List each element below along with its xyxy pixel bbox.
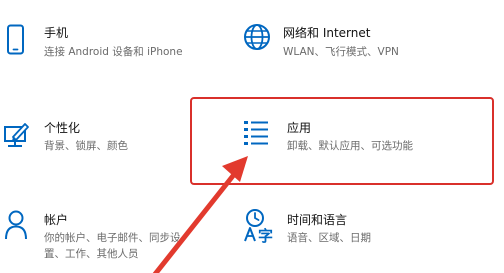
globe-icon: [242, 22, 272, 52]
tile-description: 你的帐户、电子邮件、同步设: [44, 232, 181, 244]
tile-title: 网络和 Internet: [283, 26, 371, 40]
tile-title: 帐户: [44, 213, 69, 227]
settings-tile-time-language[interactable]: 字 时间和语言 语音、区域、日期: [236, 202, 496, 273]
settings-tile-apps[interactable]: 应用 卸载、默认应用、可选功能: [236, 110, 486, 166]
tile-title: 个性化: [44, 121, 81, 135]
tile-title: 应用: [287, 121, 312, 135]
person-icon: [4, 208, 28, 240]
personalization-icon: [3, 120, 31, 150]
tile-title: 时间和语言: [287, 213, 348, 227]
settings-tile-accounts[interactable]: 帐户 你的帐户、电子邮件、同步设 置、工作、其他人员: [0, 202, 200, 273]
phone-icon: [6, 24, 26, 56]
time-language-icon: 字: [241, 208, 275, 245]
tile-description: WLAN、飞行模式、VPN: [283, 46, 399, 58]
tile-title: 手机: [44, 26, 69, 40]
settings-home: 手机 连接 Android 设备和 iPhone 网络和 Internet WL…: [0, 0, 504, 273]
tile-description: 卸载、默认应用、可选功能: [287, 140, 413, 152]
settings-tile-personalization[interactable]: 个性化 背景、锁屏、颜色: [0, 110, 180, 166]
tile-description: 连接 Android 设备和 iPhone: [44, 46, 183, 58]
apps-list-icon: [242, 118, 272, 146]
settings-tile-network[interactable]: 网络和 Internet WLAN、飞行模式、VPN: [236, 14, 496, 70]
svg-text:字: 字: [258, 227, 273, 244]
settings-tile-phone[interactable]: 手机 连接 Android 设备和 iPhone: [0, 14, 230, 70]
tile-description: 语音、区域、日期: [287, 232, 371, 244]
tile-description-line2: 置、工作、其他人员: [44, 248, 139, 260]
tile-description: 背景、锁屏、颜色: [44, 140, 128, 152]
